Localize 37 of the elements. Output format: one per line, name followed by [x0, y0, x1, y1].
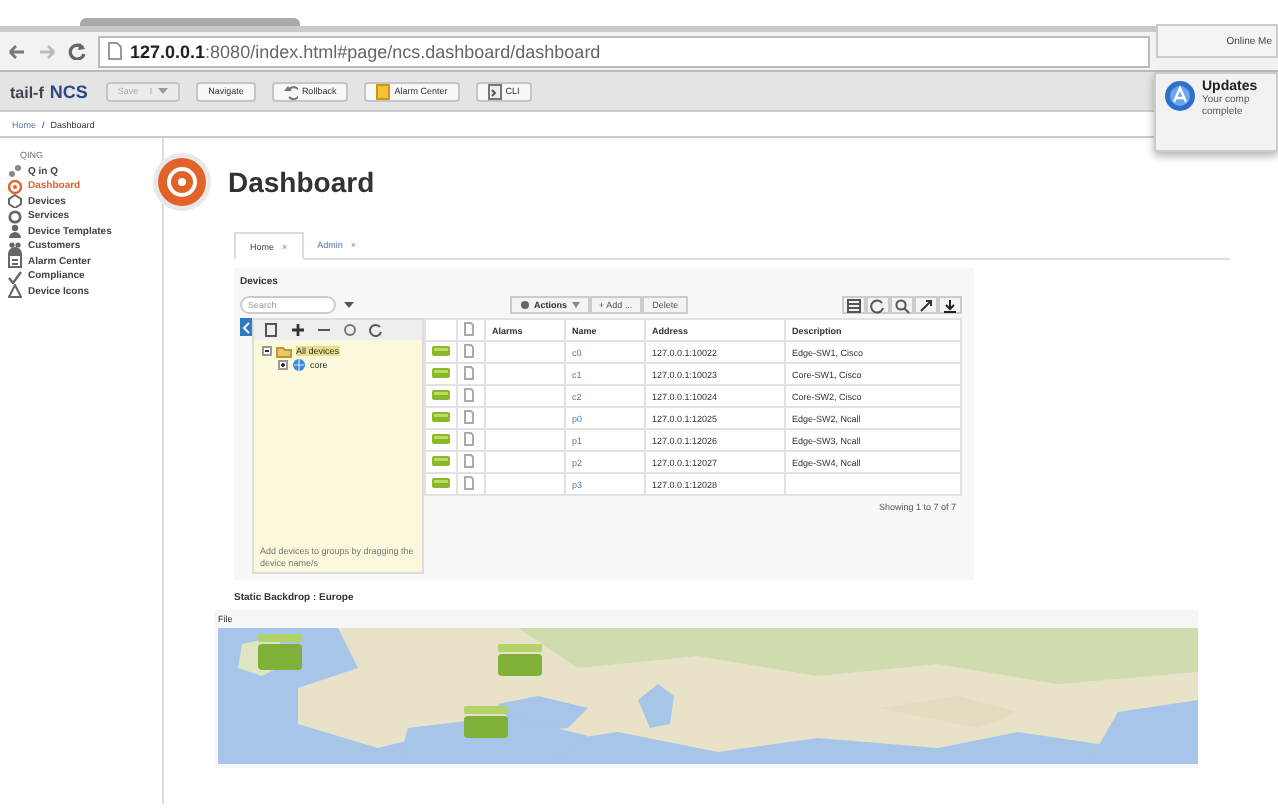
list-icon: [8, 254, 22, 269]
expand-toggle-icon[interactable]: [278, 360, 288, 370]
page-title: Dashboard: [228, 166, 375, 198]
page-icon: [108, 42, 122, 60]
refresh-icon[interactable]: [367, 322, 383, 338]
back-icon[interactable]: [8, 43, 26, 59]
url-text: 127.0.0.1:8080/index.html#page/ncs.dashboard/dashboard: [130, 41, 601, 61]
list-icon[interactable]: [263, 322, 279, 338]
reload-icon[interactable]: [68, 42, 86, 60]
hexagon-icon: [8, 194, 22, 209]
caret-icon: [571, 302, 580, 308]
expand-icon[interactable]: [918, 297, 934, 313]
app-store-icon: [1164, 80, 1196, 112]
ring-icon: [8, 209, 22, 224]
people-icon: [8, 239, 22, 254]
nodes-icon: [8, 164, 22, 179]
triangle-icon: [8, 284, 22, 299]
chevron-left-icon: [242, 321, 250, 333]
globe-icon: [292, 358, 306, 372]
undo-icon: [283, 83, 298, 99]
collapse-toggle-icon[interactable]: [262, 346, 272, 356]
address-field[interactable]: 127.0.0.1:8080/index.html#page/ncs.dashboard/dashboard: [98, 35, 1150, 67]
folder-icon: [276, 345, 292, 357]
check-icon: [8, 269, 22, 284]
brand-logo-text: tail-f: [10, 83, 44, 101]
download-icon[interactable]: [942, 297, 958, 313]
product-logo-text: NCS: [49, 81, 88, 101]
plus-icon[interactable]: [289, 322, 305, 338]
collapse-button[interactable]: [240, 318, 252, 336]
caret-icon[interactable]: [344, 302, 354, 308]
target-icon: [8, 179, 22, 194]
refresh-icon[interactable]: [870, 297, 886, 313]
terminal-icon: [487, 83, 502, 99]
bell-icon: [376, 83, 391, 99]
person-icon: [8, 224, 22, 239]
search-icon[interactable]: [894, 297, 910, 313]
columns-icon[interactable]: [846, 297, 862, 313]
